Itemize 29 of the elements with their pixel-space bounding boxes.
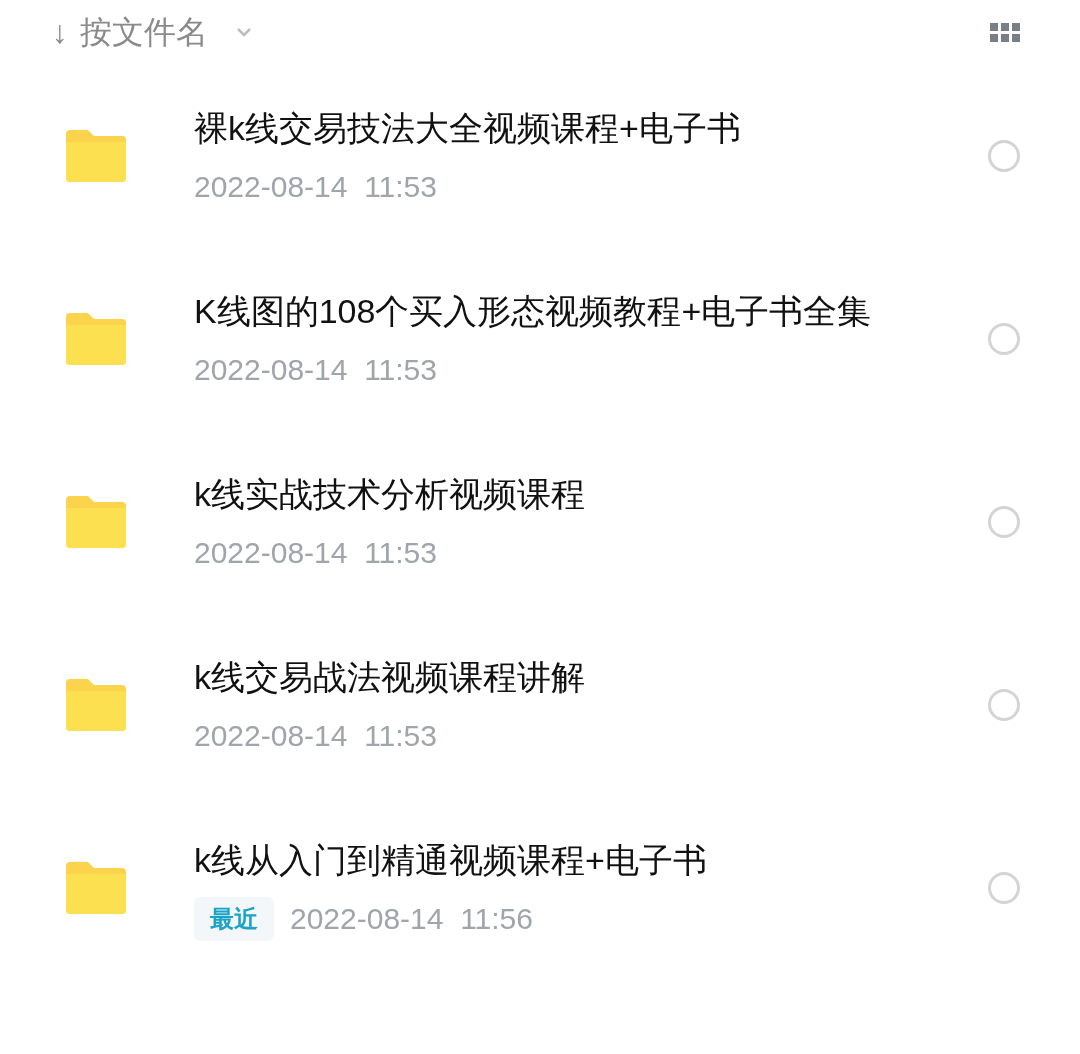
file-name: 裸k线交易技法大全视频课程+电子书 [194,108,742,149]
file-date: 2022-08-14 11:53 [194,718,437,754]
select-radio[interactable] [988,871,1020,904]
file-date: 2022-08-14 11:53 [194,169,437,205]
file-name: k线实战技术分析视频课程 [194,474,586,515]
file-name: k线交易战法视频课程讲解 [194,657,586,698]
select-radio[interactable] [988,505,1020,538]
folder-icon [66,129,126,182]
select-radio[interactable] [988,688,1020,721]
recent-tag: 最近 [194,896,274,941]
chevron-down-icon [236,27,252,37]
file-date: 2022-08-14 11:53 [194,535,437,571]
file-date: 2022-08-14 11:53 [194,352,437,388]
file-name: K线图的108个买入形态视频教程+电子书全集 [194,291,873,332]
grid-view-icon[interactable] [990,22,1020,42]
file-row[interactable]: 裸k线交易技法大全视频课程+电子书 2022-08-14 11:53 [0,64,1080,247]
select-radio[interactable] [988,322,1020,355]
file-name: k线从入门到精通视频课程+电子书 [194,840,708,881]
folder-icon [66,495,126,548]
select-radio[interactable] [988,139,1020,172]
file-row[interactable]: k线交易战法视频课程讲解 2022-08-14 11:53 [0,613,1080,796]
file-row[interactable]: k线实战技术分析视频课程 2022-08-14 11:53 [0,430,1080,613]
folder-icon [66,312,126,365]
sort-button[interactable]: ↓ 按文件名 [52,8,252,56]
folder-icon [66,861,126,914]
file-date: 2022-08-14 11:56 [290,901,533,937]
file-row[interactable]: k线从入门到精通视频课程+电子书 最近 2022-08-14 11:56 [0,796,1080,979]
file-row[interactable]: K线图的108个买入形态视频教程+电子书全集 2022-08-14 11:53 [0,247,1080,430]
folder-icon [66,678,126,731]
